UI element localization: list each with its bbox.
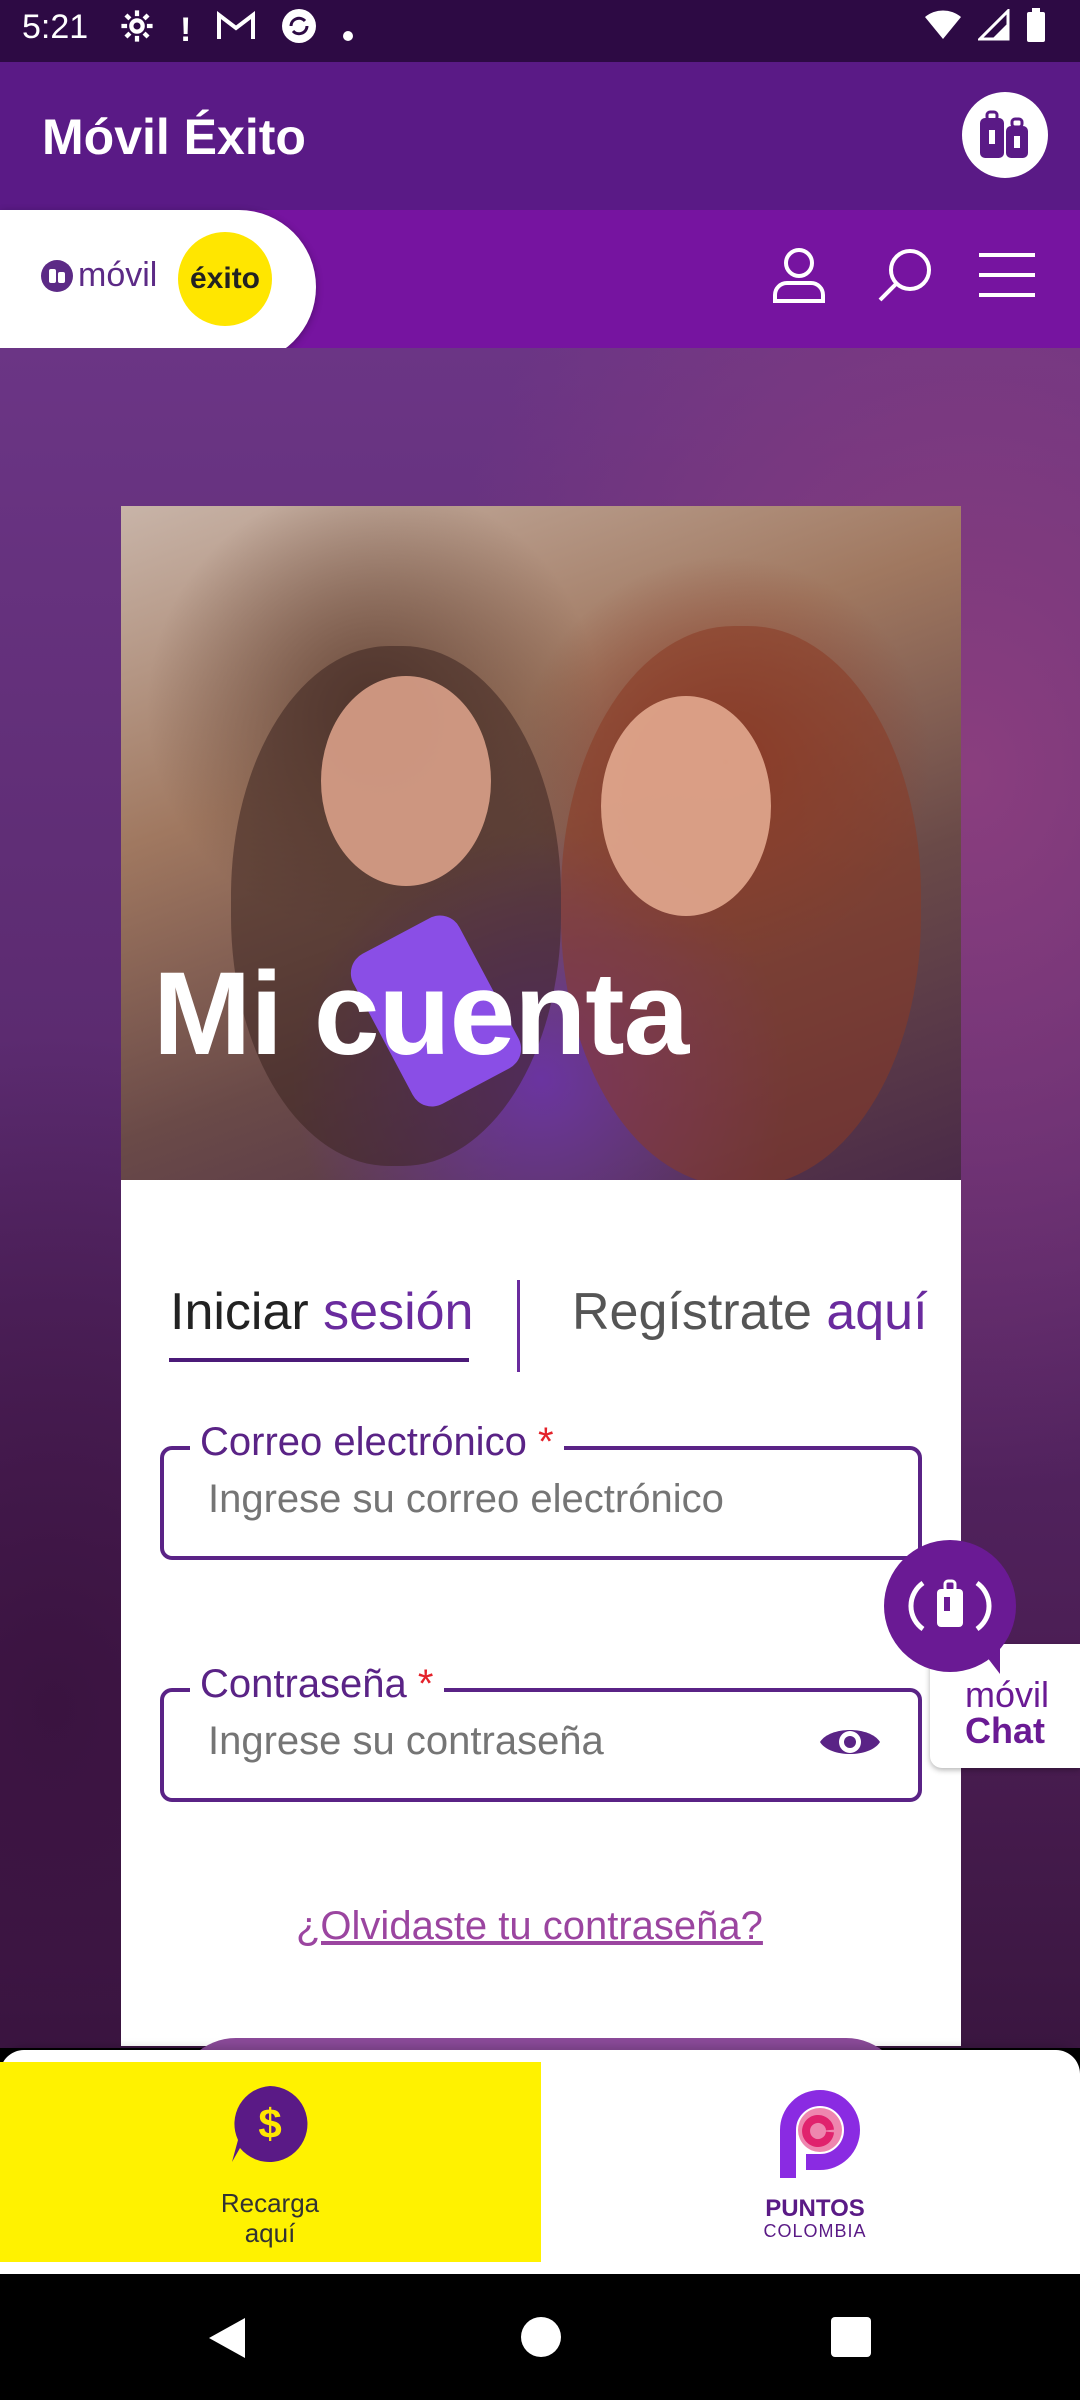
status-time: 5:21 [22, 8, 89, 46]
tab-login-accent: sesión [323, 1283, 474, 1341]
status-icons-right [924, 7, 1046, 47]
signal-icon [976, 7, 1010, 46]
password-required-mark: * [417, 1662, 434, 1706]
gear-icon [120, 9, 154, 52]
wifi-icon [924, 9, 962, 46]
recarga-label: Recarga aquí [150, 2188, 390, 2248]
active-tab-indicator [169, 1358, 469, 1362]
hero-image: Mi cuenta [121, 506, 961, 1180]
eye-icon[interactable] [818, 1720, 882, 1764]
email-label: Correo electrónico * [190, 1420, 564, 1465]
recarga-label-line2: aquí [244, 2218, 296, 2248]
shopping-bags-icon [980, 110, 1028, 158]
chat-button[interactable] [884, 1540, 1016, 1672]
hero-title: Mi cuenta [153, 948, 689, 1080]
search-icon[interactable] [870, 240, 940, 310]
tab-register-text: Regístrate [572, 1283, 827, 1341]
logo-movil: móvil [40, 256, 157, 295]
dot-icon [343, 11, 354, 50]
tab-divider [517, 1280, 520, 1372]
status-icons-left: ! [120, 8, 354, 53]
recents-icon[interactable] [830, 2316, 872, 2363]
logo-movil-text: móvil [78, 256, 158, 294]
chat-label: Chat [965, 1710, 1045, 1751]
tab-login-text: Iniciar [170, 1283, 324, 1341]
password-input[interactable] [206, 1718, 790, 1765]
recarga-icon: $ [228, 2082, 312, 2166]
svg-text:$: $ [258, 2100, 281, 2147]
app-logo-button[interactable] [962, 92, 1048, 178]
home-icon[interactable] [520, 2316, 562, 2363]
forgot-password-link[interactable]: ¿Olvidaste tu contraseña? [296, 1904, 763, 1949]
puntos-label-line1: PUNTOS [765, 2195, 865, 2222]
chat-logo-icon [908, 1579, 992, 1632]
menu-icon[interactable] [972, 240, 1042, 310]
tab-login[interactable]: Iniciar sesión [170, 1282, 473, 1342]
gmail-icon [217, 10, 256, 50]
tab-register-accent: aquí [826, 1283, 928, 1341]
sync-icon [281, 8, 317, 53]
movil-logo-icon [41, 259, 73, 292]
user-icon[interactable] [764, 240, 834, 310]
email-required-mark: * [537, 1420, 554, 1464]
recarga-label-line1: Recarga [220, 2188, 320, 2218]
puntos-label-line2: COLOMBIA [763, 2221, 867, 2241]
password-label-text: Contraseña [200, 1662, 407, 1706]
puntos-label[interactable]: PUNTOS COLOMBIA [740, 2195, 890, 2242]
tab-register[interactable]: Regístrate aquí [572, 1282, 928, 1342]
logo-exito: éxito [178, 232, 272, 326]
alert-icon: ! [180, 11, 192, 49]
password-label: Contraseña * [190, 1662, 444, 1707]
email-input[interactable] [206, 1476, 790, 1523]
battery-icon [1026, 8, 1046, 47]
email-label-text: Correo electrónico [200, 1420, 527, 1464]
back-icon[interactable] [205, 2316, 247, 2365]
app-title: Móvil Éxito [42, 109, 306, 165]
puntos-icon[interactable] [770, 2090, 860, 2180]
